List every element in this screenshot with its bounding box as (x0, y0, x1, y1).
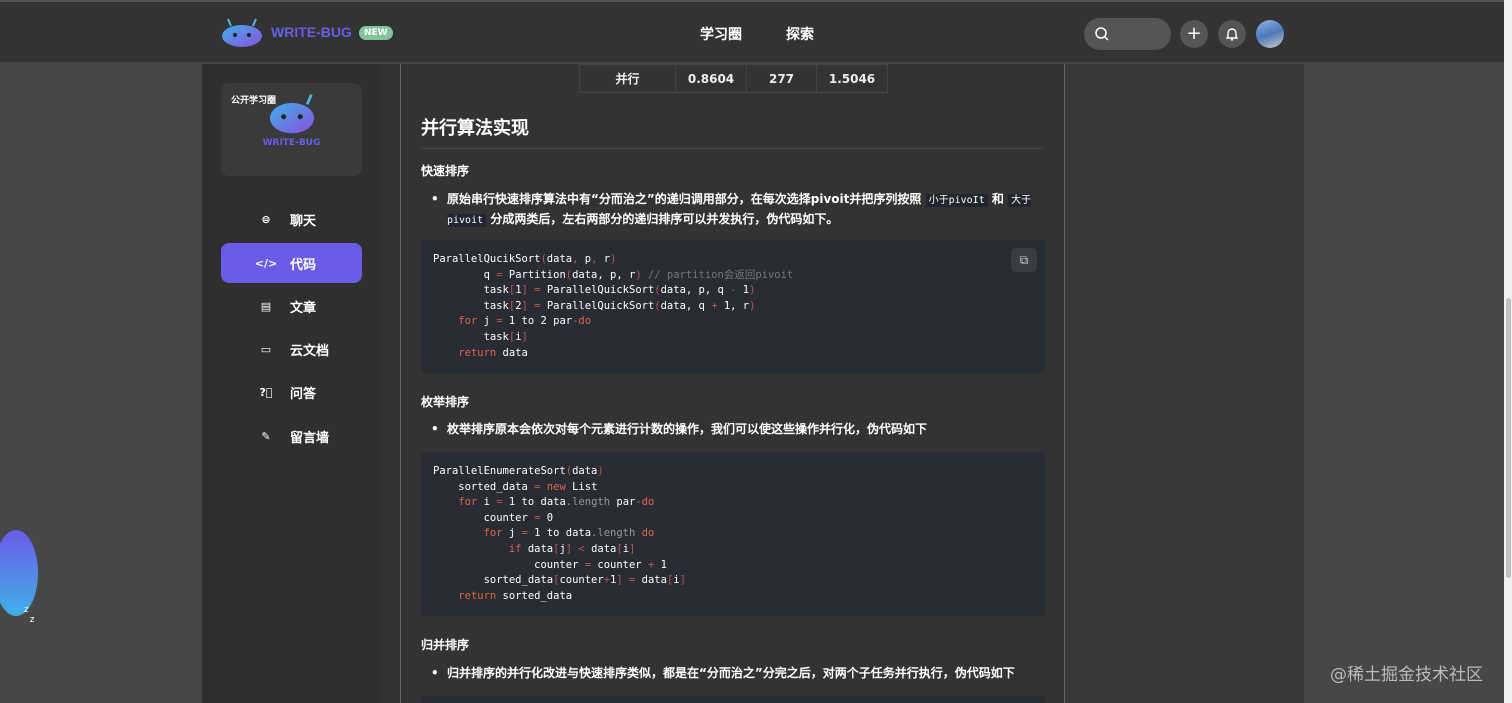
code-line: for j = 1 to 2 par-do (458, 315, 592, 328)
code-line: counter = counter + 1 (433, 558, 667, 571)
code-block-quicksort: ⧉ ParallelQucikSort(data, p, r) q = Parti… (421, 240, 1045, 373)
sidebar-item-label: 聊天 (290, 213, 317, 229)
table-cell: 并行 (579, 64, 676, 93)
right-column (1065, 64, 1304, 703)
chat-icon: ⊜ (261, 212, 271, 226)
code-line: q = Partition(data, p, r) // partition会返… (433, 268, 794, 281)
list-item: 枚举排序原本会依次对每个元素进行计数的操作，我们可以使这些操作并行化，伪代码如下 (429, 420, 1049, 439)
subheading-merge-sort: 归并排序 (421, 638, 470, 652)
subheading-quicksort: 快速排序 (421, 164, 470, 178)
table-cell: 277 (746, 64, 817, 93)
article-icon: ▤ (260, 299, 272, 313)
results-table: 并行 0.8604 277 1.5046 (579, 64, 888, 93)
article-content: 并行 0.8604 277 1.5046 并行算法实现 快速排序 原始串行快速排… (400, 64, 1065, 703)
table-cell: 1.5046 (816, 64, 888, 93)
new-badge: NEW (359, 26, 393, 40)
list-item: 归并排序的并行化改进与快速排序类似，都是在“分而治之”分完之后，对两个子任务并行… (429, 664, 1049, 683)
edit-icon: ✎ (261, 429, 271, 443)
subheading-enumerate-sort: 枚举排序 (421, 395, 470, 409)
table-row: 并行 0.8604 277 1.5046 (579, 64, 888, 93)
code-line: return sorted_data (458, 589, 573, 602)
sidebar-item-cloud-docs[interactable]: ▭ 云文档 (221, 329, 362, 369)
code-icon: </> (254, 256, 278, 270)
inline-code: 小于pivoIt (925, 194, 988, 207)
circle-name: WRITE-BUG (262, 138, 321, 148)
brand-name[interactable]: WRITE-BUG (271, 24, 352, 40)
code-line: for i = 1 to data.length par-do (458, 496, 655, 509)
section-heading: 并行算法实现 (421, 114, 1043, 149)
copy-icon: ⧉ (1019, 253, 1029, 267)
text: 和 (991, 192, 1004, 206)
sidebar-item-label: 代码 (290, 257, 317, 273)
sidebar-item-label: 文章 (290, 300, 317, 316)
nav-study-circle[interactable]: 学习圈 (700, 24, 742, 44)
code-block-enumerate-sort: ParallelEnumerateSort(data) sorted_data … (421, 452, 1045, 616)
sidebar-item-chat[interactable]: ⊜ 聊天 (221, 199, 362, 239)
write-bug-logo[interactable] (221, 18, 263, 48)
table-cell: 0.8604 (675, 64, 747, 93)
bell-icon (1225, 28, 1239, 41)
search-button[interactable] (1084, 18, 1171, 50)
code-line: return data (458, 346, 528, 359)
code-line: task[1] = ParallelQuickSort(data, p, q -… (433, 284, 756, 297)
code-line: ParallelEnumerateSort(data) (433, 465, 604, 477)
sidebar-item-label: 问答 (290, 386, 317, 402)
notifications-button[interactable] (1218, 20, 1246, 48)
mascot-widget[interactable] (0, 530, 38, 616)
code-line: task[2] = ParallelQuickSort(data, q + 1,… (433, 299, 756, 312)
scrollbar-thumb[interactable] (1506, 298, 1511, 578)
user-avatar[interactable] (1256, 20, 1284, 48)
sleep-icon: z z (24, 605, 35, 625)
nav-explore[interactable]: 探索 (786, 24, 814, 44)
code-line: task[i] (433, 330, 528, 343)
watermark: @稀土掘金技术社区 (1330, 665, 1483, 685)
text: 分成两类后，左右两部分的递归排序可以并发执行，伪代码如下。 (490, 212, 839, 226)
code-line: for j = 1 to data.length do (483, 527, 655, 540)
sidebar-item-message-wall[interactable]: ✎ 留言墙 (221, 416, 362, 456)
code-line: sorted_data[counter+1] = data[i] (433, 574, 686, 587)
sidebar-item-qa[interactable]: ?⃝ 问答 (221, 372, 362, 412)
code-line: if data[j] < data[i] (508, 542, 636, 555)
copy-button[interactable]: ⧉ (1011, 248, 1037, 272)
sidebar-item-code[interactable]: </> 代码 (221, 243, 362, 283)
code-line: sorted_data = new List (433, 480, 598, 493)
text: 枚举排序原本会依次对每个元素进行计数的操作，我们可以使这些操作并行化，伪代码如下 (447, 422, 928, 436)
top-header: WRITE-BUG NEW 学习圈 探索 + (0, 0, 1504, 63)
text: 原始串行快速排序算法中有“分而治之”的递归调用部分，在每次选择pivoit并把序… (447, 192, 922, 206)
search-icon (1095, 27, 1109, 41)
plus-icon: + (1186, 23, 1202, 44)
code-line: counter = 0 (433, 511, 554, 524)
sidebar-item-label: 留言墙 (290, 430, 330, 446)
circle-card[interactable]: 公开学习圈 WRITE-BUG (221, 83, 362, 176)
list-item: 原始串行快速排序算法中有“分而治之”的递归调用部分，在每次选择pivoit并把序… (429, 190, 1049, 230)
sidebar-gap (380, 64, 400, 703)
sidebar-item-articles[interactable]: ▤ 文章 (221, 286, 362, 326)
folder-icon: ▭ (260, 342, 272, 356)
code-line: ParallelQucikSort(data, p, r) (433, 253, 617, 265)
public-circle-tag: 公开学习圈 (231, 96, 277, 106)
code-block-merge-sort (421, 696, 1045, 703)
sidebar-item-label: 云文档 (290, 343, 330, 359)
question-icon: ?⃝ (259, 385, 273, 399)
text: 归并排序的并行化改进与快速排序类似，都是在“分而治之”分完之后，对两个子任务并行… (447, 666, 1015, 680)
add-button[interactable]: + (1180, 20, 1208, 48)
